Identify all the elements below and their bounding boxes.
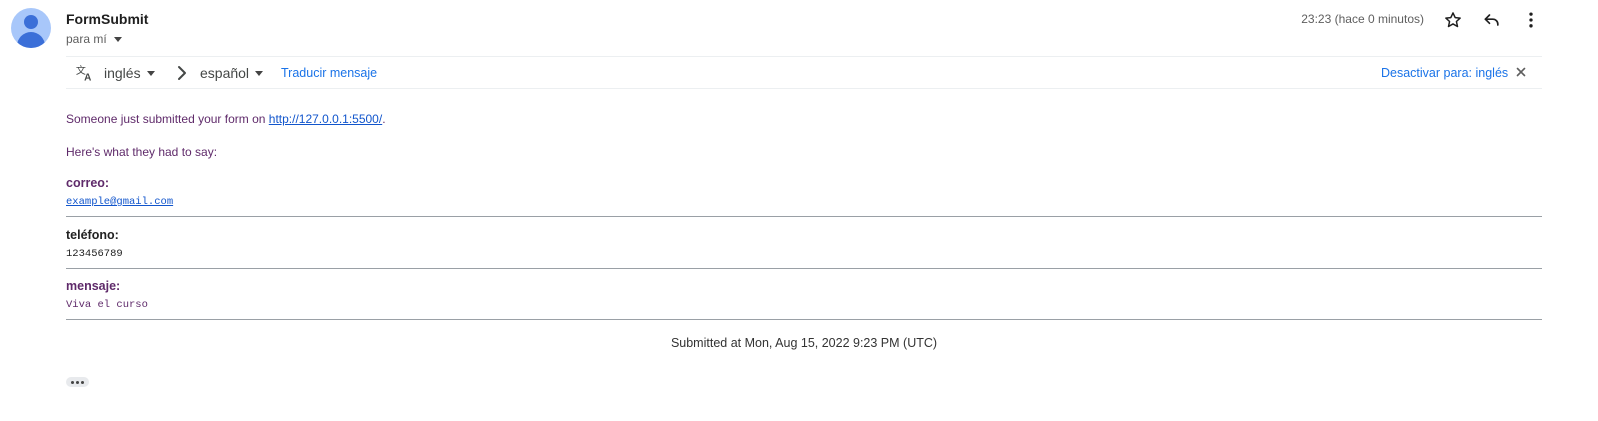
field-label-telefono: teléfono:	[66, 228, 119, 242]
more-vert-icon[interactable]	[1519, 8, 1543, 32]
caret-down-icon	[113, 37, 122, 42]
field-label-correo: correo:	[66, 176, 110, 190]
dot-icon	[81, 380, 84, 384]
reply-icon[interactable]	[1480, 8, 1504, 32]
show-trimmed-content-button[interactable]	[66, 377, 89, 387]
field-value-telefono: 123456789	[66, 248, 123, 260]
caret-down-icon	[146, 71, 155, 76]
field-divider	[66, 216, 1542, 217]
translate-bar: 文 A inglés español Traducir mensaje Desa…	[66, 56, 1542, 89]
avatar-head	[24, 15, 38, 29]
sender-name[interactable]: FormSubmit	[66, 11, 148, 27]
field-label-mensaje: mensaje:	[66, 279, 121, 293]
target-language-dropdown[interactable]: español	[200, 65, 264, 81]
intro-text: Someone just submitted your form on	[66, 112, 269, 126]
recipient-dropdown[interactable]: para mí	[66, 32, 122, 46]
source-language-dropdown[interactable]: inglés	[104, 65, 155, 81]
subheading: Here's what they had to say:	[66, 145, 218, 159]
source-language-label: inglés	[104, 65, 141, 81]
translate-icon: 文 A	[75, 63, 95, 83]
target-language-label: español	[200, 65, 250, 81]
svg-text:A: A	[84, 73, 91, 84]
field-value-correo[interactable]: example@gmail.com	[66, 196, 173, 208]
field-value-mensaje: Viva el curso	[66, 299, 148, 311]
avatar-body	[17, 32, 45, 48]
translate-message-link[interactable]: Traducir mensaje	[281, 66, 377, 80]
dot-icon	[71, 380, 74, 384]
recipient-label: para mí	[66, 32, 107, 46]
dot-icon	[76, 380, 79, 384]
form-url-link[interactable]: http://127.0.0.1:5500/	[269, 112, 382, 126]
intro-line: Someone just submitted your form on http…	[66, 112, 386, 126]
star-icon[interactable]	[1441, 8, 1465, 32]
intro-suffix: .	[382, 112, 386, 126]
field-divider	[66, 268, 1542, 269]
chevron-right-icon	[174, 63, 190, 83]
submitted-timestamp: Submitted at Mon, Aug 15, 2022 9:23 PM (…	[670, 336, 938, 350]
message-time: 23:23 (hace 0 minutos)	[1301, 12, 1424, 26]
close-icon[interactable]	[1516, 67, 1526, 77]
caret-down-icon	[255, 71, 264, 76]
field-divider	[66, 319, 1542, 320]
disable-translation-link[interactable]: Desactivar para: inglés	[1381, 66, 1508, 80]
sender-avatar[interactable]	[11, 8, 51, 48]
